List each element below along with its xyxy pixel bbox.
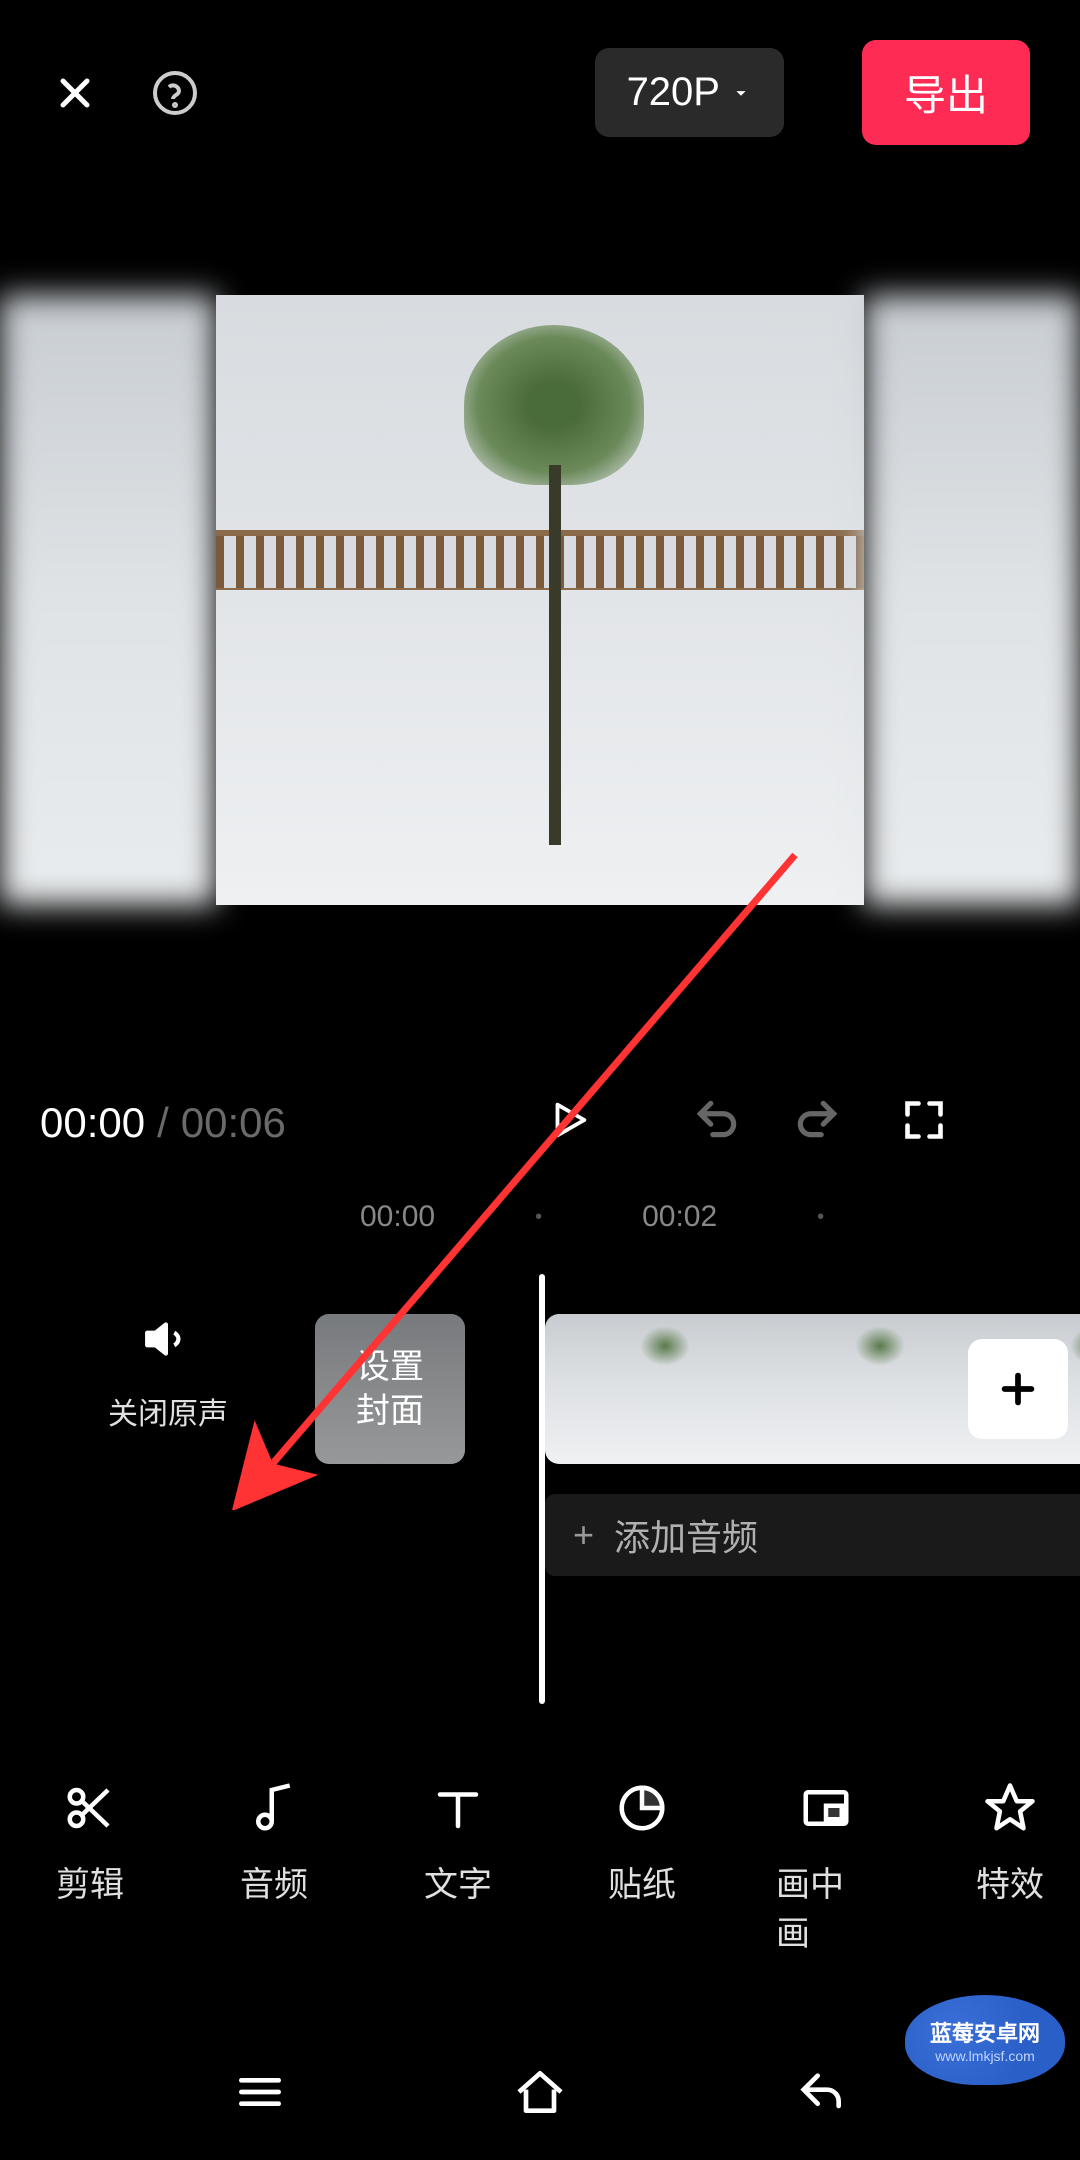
tool-label: 贴纸 (608, 1857, 676, 1906)
audio-label: 添加音频 (614, 1509, 758, 1561)
tool-label: 画中画 (776, 1857, 876, 1955)
tool-effect[interactable]: 特效 (960, 1781, 1060, 1955)
picture-in-picture-icon (799, 1781, 853, 1835)
scissors-icon (63, 1781, 117, 1835)
resolution-label: 720P (627, 70, 720, 115)
tool-audio[interactable]: 音频 (224, 1781, 324, 1955)
preview-blur-right (864, 295, 1080, 905)
export-label: 导出 (904, 72, 988, 119)
tool-edit[interactable]: 剪辑 (40, 1781, 140, 1955)
watermark-url: www.lmkjsf.com (935, 2048, 1035, 2064)
mute-original-sound-button[interactable]: 关闭原声 (108, 1314, 228, 1433)
chevron-down-icon (730, 82, 752, 104)
tool-label: 文字 (424, 1857, 492, 1906)
tool-sticker[interactable]: 贴纸 (592, 1781, 692, 1955)
clip-frame (760, 1314, 975, 1464)
resolution-dropdown[interactable]: 720P (595, 48, 784, 137)
clip-frame (545, 1314, 760, 1464)
speaker-icon (143, 1314, 193, 1369)
add-audio-track[interactable]: + 添加音频 (545, 1494, 1080, 1576)
time-total: 00:06 (181, 1099, 286, 1147)
redo-button[interactable] (792, 1095, 842, 1150)
undo-button[interactable] (692, 1095, 742, 1150)
set-cover-button[interactable]: 设置 封面 (315, 1314, 465, 1464)
export-button[interactable]: 导出 (862, 40, 1030, 145)
cover-label: 设置 封面 (356, 1345, 424, 1433)
tool-label: 音频 (240, 1857, 308, 1906)
playhead[interactable] (539, 1274, 545, 1704)
plus-icon (995, 1366, 1041, 1412)
star-icon (983, 1781, 1037, 1835)
home-icon (512, 2064, 568, 2120)
ruler-dot: • (817, 1206, 824, 1229)
fullscreen-button[interactable] (902, 1098, 946, 1147)
tool-text[interactable]: 文字 (408, 1781, 508, 1955)
ruler-tick-1: 00:02 (642, 1200, 717, 1234)
mute-label: 关闭原声 (108, 1389, 228, 1433)
tool-label: 剪辑 (56, 1857, 124, 1906)
tool-label: 特效 (976, 1857, 1044, 1906)
system-menu-button[interactable] (232, 2064, 288, 2125)
play-button[interactable] (546, 1097, 592, 1148)
time-current: 00:00 (40, 1099, 145, 1147)
time-display: 00:00 / 00:06 (40, 1099, 286, 1147)
add-clip-button[interactable] (968, 1339, 1068, 1439)
close-button[interactable] (50, 68, 100, 118)
time-sep: / (157, 1099, 169, 1147)
preview-blur-left (0, 295, 216, 905)
ruler-dot: • (535, 1206, 542, 1229)
system-home-button[interactable] (512, 2064, 568, 2125)
text-icon (431, 1781, 485, 1835)
sticker-icon (615, 1781, 669, 1835)
preview-frame (216, 295, 864, 905)
ruler-tick-0: 00:00 (360, 1200, 435, 1234)
watermark-badge: 蓝莓安卓网 www.lmkjsf.com (905, 1995, 1065, 2085)
system-back-button[interactable] (792, 2064, 848, 2125)
timeline-ruler[interactable]: 00:00 • 00:02 • (0, 1180, 1080, 1254)
back-icon (792, 2064, 848, 2120)
watermark-text: 蓝莓安卓网 (930, 2016, 1040, 2048)
tool-pip[interactable]: 画中画 (776, 1781, 876, 1955)
help-button[interactable] (150, 68, 200, 118)
menu-icon (232, 2064, 288, 2120)
video-preview[interactable] (0, 295, 1080, 905)
plus-icon: + (573, 1514, 594, 1556)
music-note-icon (247, 1781, 301, 1835)
